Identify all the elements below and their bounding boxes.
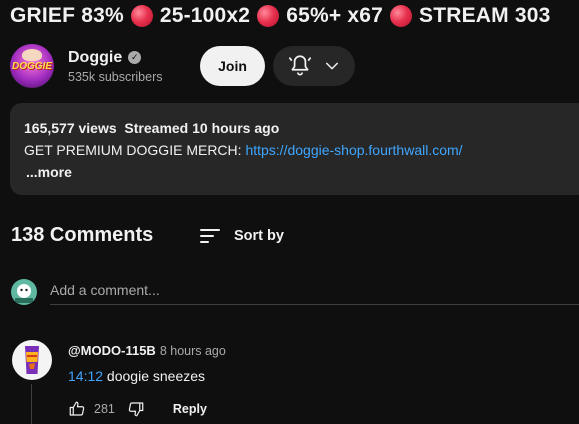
subscribe-notifications-button[interactable]: [273, 46, 355, 86]
comment-time[interactable]: 8 hours ago: [160, 344, 226, 358]
current-user-avatar: [11, 279, 37, 305]
title-part-4: STREAM 303: [418, 4, 551, 27]
chip-bag-icon: [25, 346, 39, 374]
description-text: GET PREMIUM DOGGIE MERCH: https://doggie…: [24, 142, 463, 158]
join-button[interactable]: Join: [200, 46, 265, 86]
comment-text: 14:12 doogie sneezes: [68, 368, 205, 384]
streamed-time: Streamed 10 hours ago: [124, 120, 280, 136]
comment-count: 138 Comments: [11, 224, 154, 246]
comment-header: @MODO-115B 8 hours ago: [68, 343, 226, 358]
title-part-2: 25-100x2: [159, 4, 251, 27]
reply-button[interactable]: Reply: [173, 402, 207, 416]
comment-timestamp-link[interactable]: 14:12: [68, 368, 103, 384]
dog-face-icon: [22, 49, 42, 61]
subscriber-count: 535k subscribers: [68, 69, 163, 84]
user-avatar-image-icon: [15, 284, 33, 303]
channel-meta: Doggie ✓ 535k subscribers: [68, 49, 163, 84]
comment-body: doogie sneezes: [103, 368, 206, 384]
comment-author-avatar[interactable]: [12, 340, 52, 380]
video-title: GRIEF 83% 25-100x2 65%+ x67 STREAM 303: [10, 4, 551, 28]
channel-logo-text: DOGGIE: [12, 61, 53, 72]
verified-check-icon: ✓: [128, 51, 142, 64]
comment-actions: 281 Reply: [68, 400, 207, 418]
chevron-down-icon: [326, 62, 338, 70]
title-part-3: 65%+ x67: [286, 4, 383, 27]
channel-row: DOGGIE Doggie ✓ 535k subscribers: [10, 44, 163, 88]
channel-name-row[interactable]: Doggie ✓: [68, 49, 163, 67]
sort-by-label: Sort by: [234, 228, 284, 244]
channel-avatar[interactable]: DOGGIE: [10, 44, 54, 88]
bell-icon: [288, 55, 312, 76]
thumbs-down-icon[interactable]: [127, 400, 145, 418]
merch-link[interactable]: https://doggie-shop.fourthwall.com/: [245, 142, 462, 158]
show-more-button[interactable]: ...more: [26, 164, 72, 180]
channel-name[interactable]: Doggie: [68, 49, 122, 67]
like-count: 281: [94, 402, 115, 416]
description-box[interactable]: 165,577 views Streamed 10 hours ago GET …: [10, 103, 579, 195]
comment-author[interactable]: @MODO-115B: [68, 343, 156, 358]
red-dot-icon: [257, 5, 280, 27]
title-part-1: GRIEF 83%: [10, 4, 124, 27]
sort-by-button[interactable]: Sort by: [198, 224, 284, 248]
description-stats: 165,577 views Streamed 10 hours ago: [24, 120, 279, 136]
red-dot-icon: [130, 5, 153, 27]
description-prefix: GET PREMIUM DOGGIE MERCH:: [24, 142, 246, 158]
red-dot-icon: [389, 5, 412, 27]
thumbs-up-icon[interactable]: [68, 400, 86, 418]
sort-icon: [200, 229, 220, 243]
view-count: 165,577 views: [24, 120, 117, 136]
thread-line: [31, 384, 32, 424]
add-comment-input[interactable]: [50, 276, 579, 305]
